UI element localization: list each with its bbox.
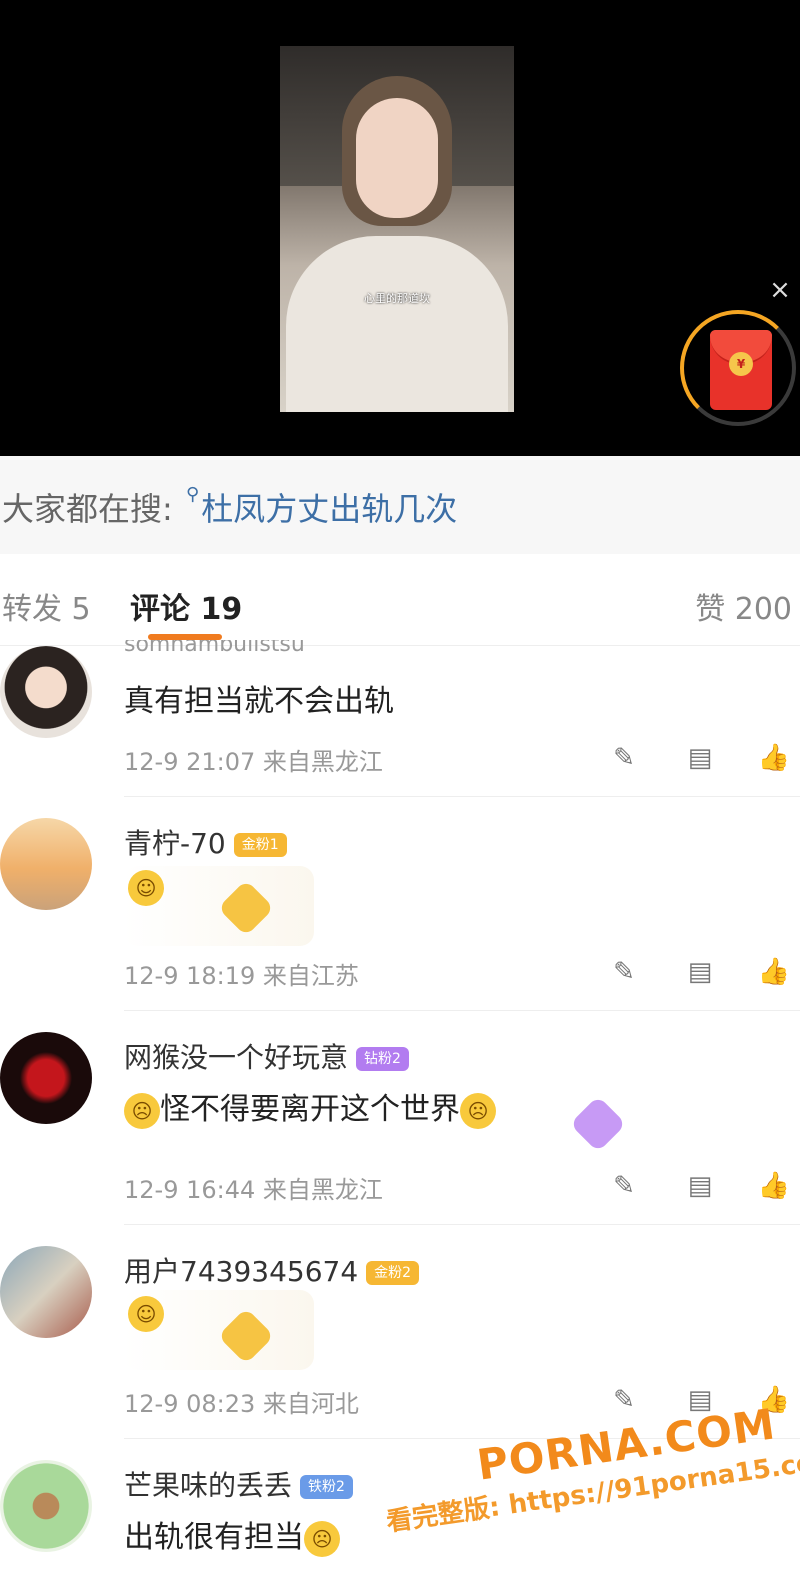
comment-location: 来自河北 (262, 1390, 359, 1418)
comment-username[interactable]: 网猴没一个好玩意 钻粉2 (124, 1036, 409, 1076)
trending-search-bar: 大家都在搜: ⚲杜凤方丈出轨几次 (0, 456, 800, 554)
comment-location: 来自江苏 (262, 962, 359, 990)
video-player[interactable]: 心里的那道坎 × ¥ (0, 0, 800, 456)
avatar[interactable] (0, 818, 92, 910)
fan-badge: 金粉1 (233, 833, 287, 857)
comment-time: 12-9 16:44 (124, 1176, 256, 1204)
diamond-fan-sticker-icon (569, 1095, 627, 1153)
username-text: 青柠-70 (124, 827, 226, 860)
share-icon[interactable]: ✎ (606, 956, 642, 988)
search-term-link[interactable]: ⚲杜凤方丈出轨几次 (186, 484, 457, 530)
comment-username-cut: somnambulistsu (124, 640, 305, 654)
username-text: 用户7439345674 (124, 1255, 359, 1288)
comment-icon[interactable]: ▤ (682, 742, 718, 774)
comment-username[interactable]: 芒果味的丢丢 铁粉2 (124, 1464, 353, 1504)
comment-meta: 12-9 16:44 来自黑龙江 (124, 1170, 383, 1205)
thumbs-up-icon[interactable]: 👍 (756, 956, 792, 988)
username-text: 芒果味的丢丢 (124, 1469, 293, 1502)
comment-icon[interactable]: ▤ (682, 956, 718, 988)
comment-location: 来自黑龙江 (262, 1176, 383, 1204)
video-subtitle: 心里的那道坎 (364, 292, 430, 305)
divider (124, 1010, 800, 1011)
comment-meta: 12-9 18:19 来自江苏 (124, 956, 359, 991)
tab-comments[interactable]: 评论 19 (130, 584, 242, 628)
avatar[interactable] (0, 1460, 92, 1552)
tab-repost[interactable]: 转发 5 (2, 584, 91, 628)
comment-location: 来自黑龙江 (262, 748, 383, 776)
share-icon[interactable]: ✎ (606, 742, 642, 774)
video-person-body (286, 236, 508, 412)
divider (124, 1224, 800, 1225)
search-label: 大家都在搜: (2, 490, 173, 528)
divider (124, 796, 800, 797)
comment-text: 真有担当就不会出轨 (124, 684, 394, 719)
comment-username[interactable]: 用户7439345674 金粉2 (124, 1250, 420, 1290)
comment-text: 出轨很有担当 ☹ (124, 1512, 340, 1557)
fan-badge: 铁粉2 (300, 1475, 353, 1499)
video-frame[interactable]: 心里的那道坎 (280, 46, 514, 412)
thinking-emoji-icon: ☹ (124, 1092, 160, 1129)
share-icon[interactable]: ✎ (606, 1384, 642, 1416)
avatar[interactable] (0, 1032, 92, 1124)
video-person-face (356, 98, 438, 218)
comment-time: 12-9 18:19 (124, 962, 256, 990)
username-text: 网猴没一个好玩意 (124, 1041, 349, 1074)
smiling-emoji-icon: ☺ (128, 870, 164, 906)
comment-username[interactable]: 青柠-70 金粉1 (124, 822, 287, 862)
yuan-coin-icon: ¥ (729, 352, 753, 376)
redpacket-button[interactable]: ¥ (710, 330, 772, 410)
search-term-text: 杜凤方丈出轨几次 (201, 490, 458, 528)
avatar[interactable] (0, 646, 92, 738)
comment-text-body: 出轨很有担当 (124, 1520, 304, 1555)
sweat-emoji-icon: ☹ (460, 1092, 496, 1129)
comment-meta: 12-9 08:23 来自河北 (124, 1384, 359, 1419)
crying-laugh-emoji-icon: ☺ (128, 1296, 164, 1332)
search-icon: ⚲ (186, 484, 200, 505)
fan-badge: 金粉2 (366, 1261, 420, 1285)
comment-meta: 12-9 21:07 来自黑龙江 (124, 742, 383, 777)
share-icon[interactable]: ✎ (606, 1170, 642, 1202)
comment-text-body: 怪不得要离开这个世界 (160, 1092, 460, 1127)
thumbs-up-icon[interactable]: 👍 (756, 1170, 792, 1202)
thumbs-up-icon[interactable]: 👍 (756, 742, 792, 774)
comment-time: 12-9 08:23 (124, 1390, 256, 1418)
fan-badge: 钻粉2 (356, 1047, 409, 1071)
comment-text: ☹ 怪不得要离开这个世界 ☹ (124, 1084, 496, 1129)
comment-time: 12-9 21:07 (124, 748, 256, 776)
crying-emoji-icon: ☹ (304, 1520, 340, 1557)
tab-likes[interactable]: 赞 200 (695, 584, 792, 628)
close-icon[interactable]: × (766, 276, 794, 304)
avatar[interactable] (0, 1246, 92, 1338)
tab-bar: 转发 5 评论 19 赞 200 (0, 554, 800, 646)
comment-icon[interactable]: ▤ (682, 1170, 718, 1202)
